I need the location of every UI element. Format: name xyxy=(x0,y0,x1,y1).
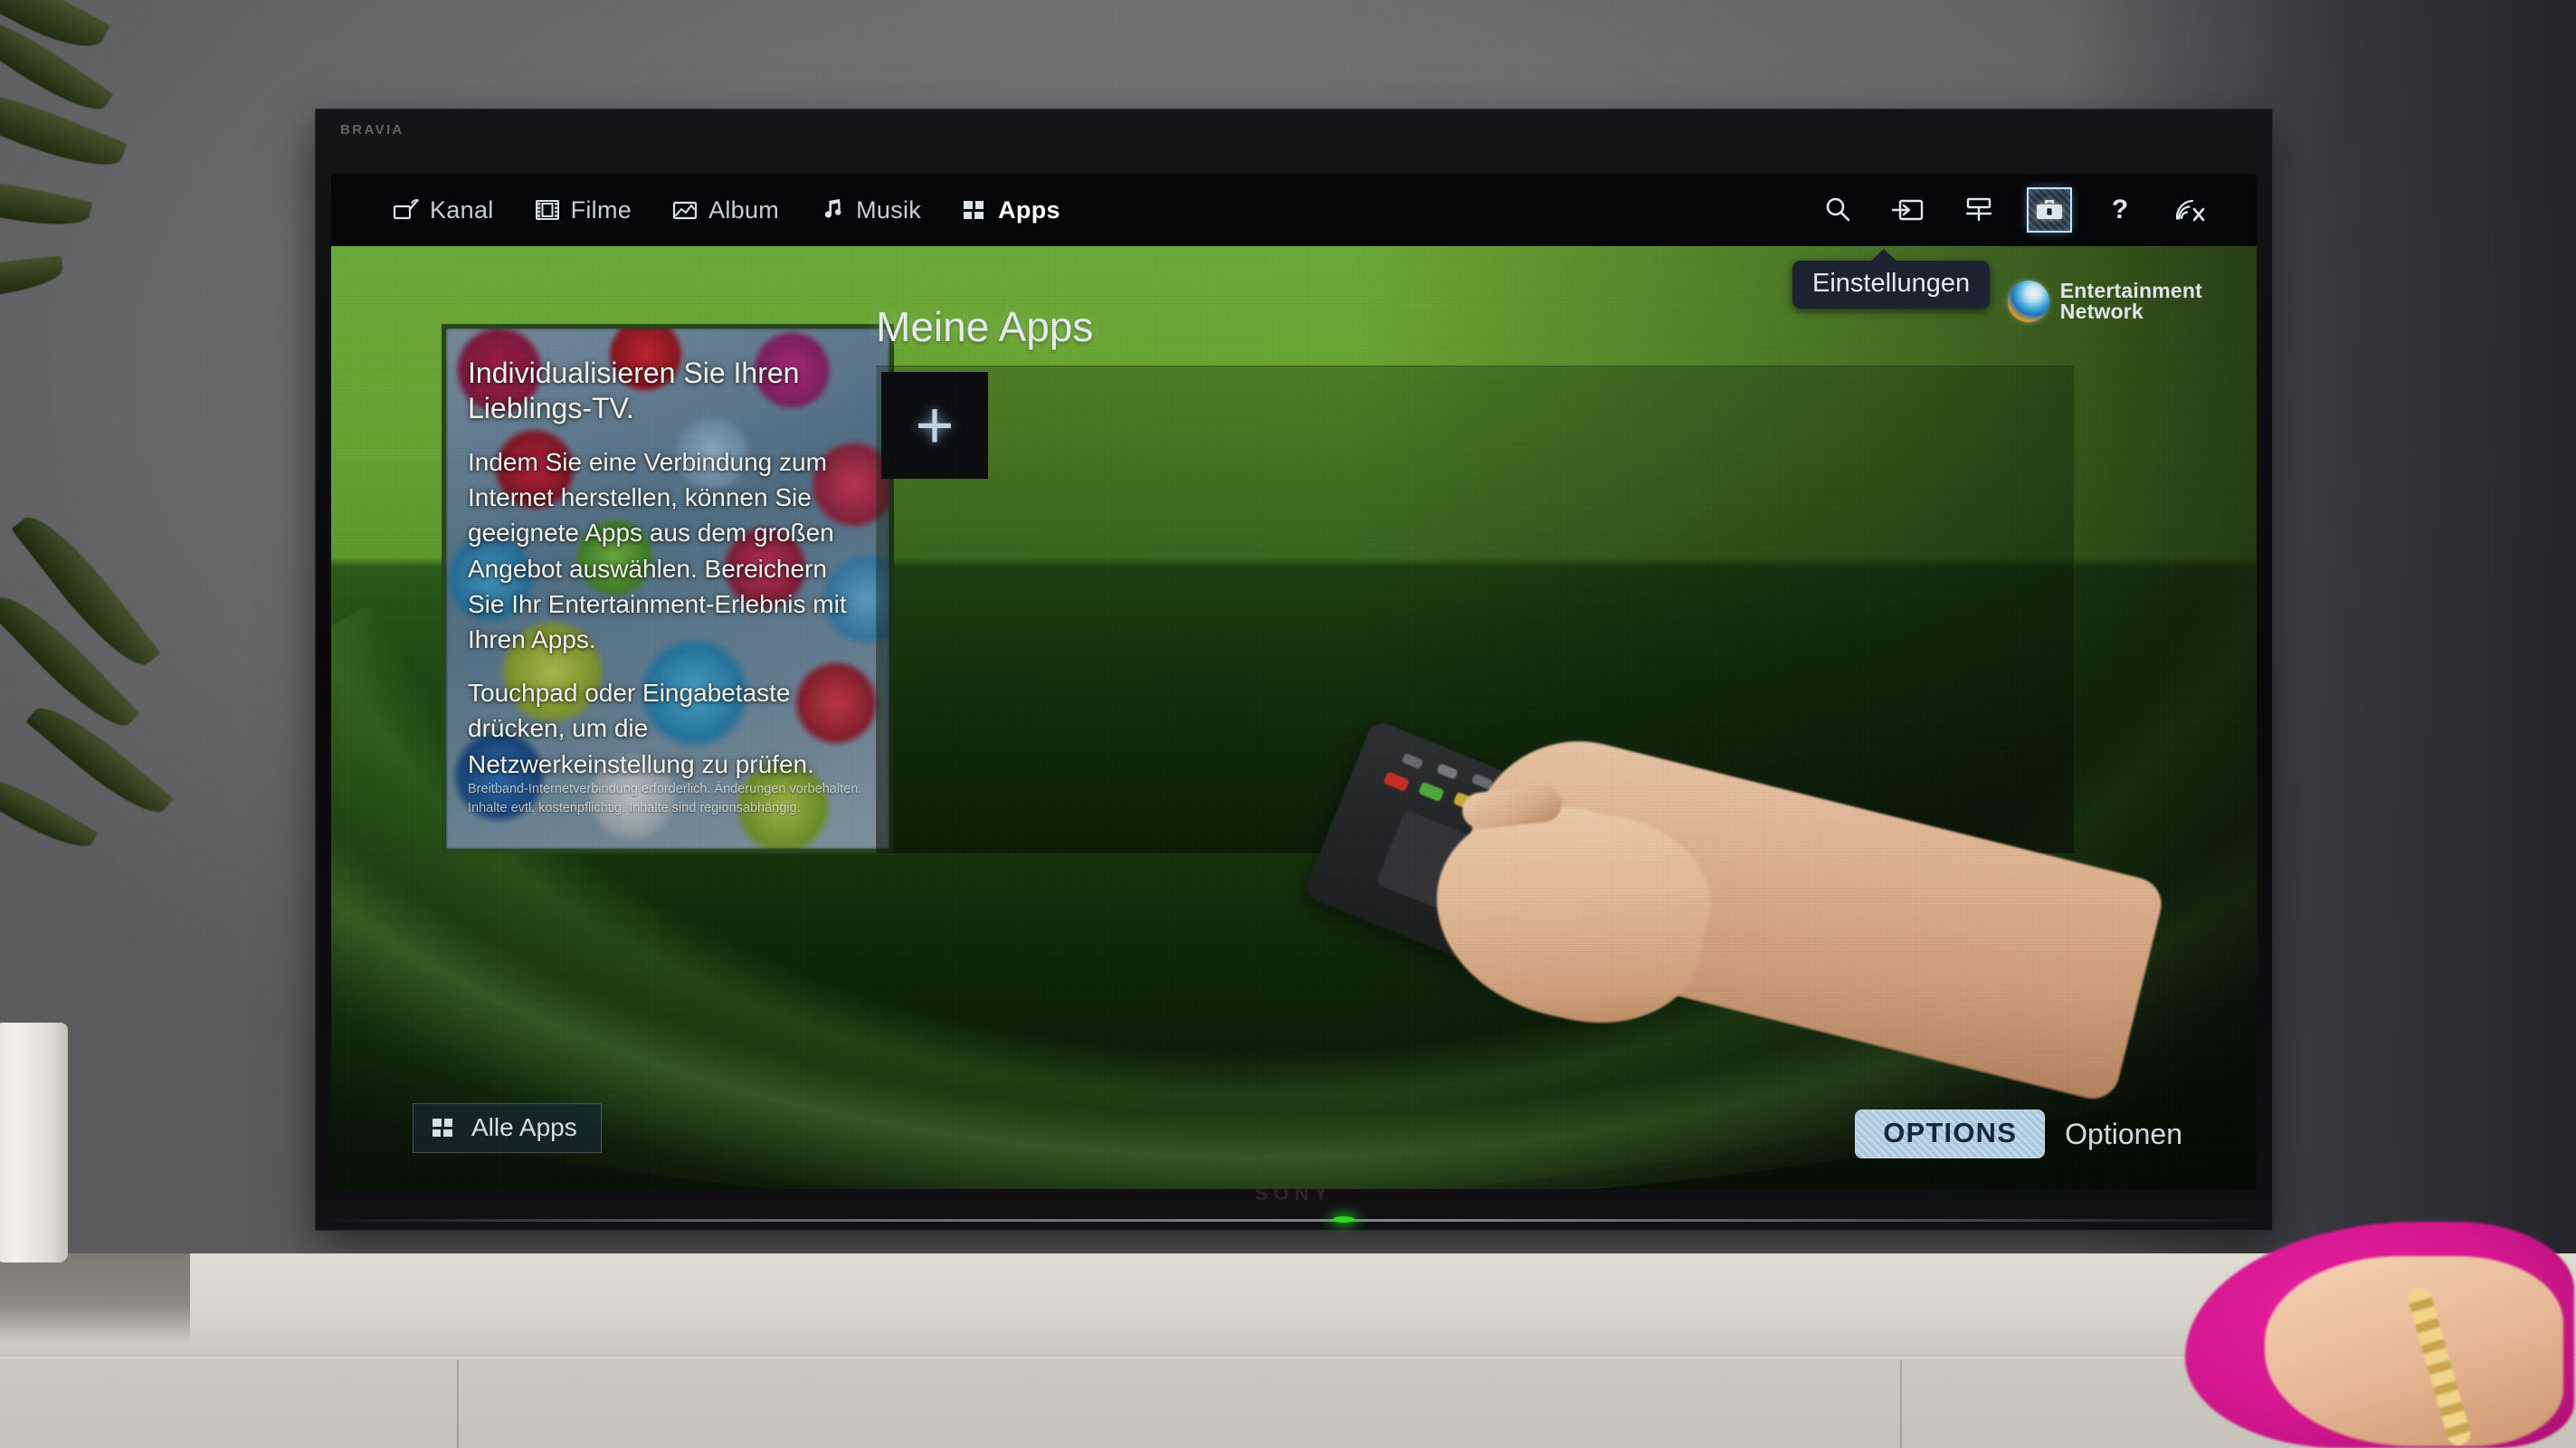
sony-entertainment-network-logo: Entertainment Network xyxy=(2007,279,2202,324)
nav-item-filme[interactable]: Filme xyxy=(534,196,632,224)
houseplant xyxy=(0,0,280,1059)
nav-item-kanal[interactable]: Kanal xyxy=(393,196,494,224)
sen-line-2: Network xyxy=(2059,300,2143,324)
cabinet-door-divider xyxy=(457,1360,459,1448)
promo-text-body: Individualisieren Sie Ihren Lieblings-TV… xyxy=(446,329,889,849)
plus-icon: + xyxy=(915,387,955,462)
top-menu-bar: Kanal Filme Album Musik Apps ? xyxy=(331,174,2257,246)
promo-card[interactable]: Individualisieren Sie Ihren Lieblings-TV… xyxy=(442,324,894,853)
options-key-button[interactable]: OPTIONS xyxy=(1855,1110,2046,1158)
home-content-area: Entertainment Network Individualisieren … xyxy=(331,246,2257,1189)
media-server-icon[interactable] xyxy=(1958,189,2000,231)
hand-skin xyxy=(2265,1256,2563,1446)
music-note-icon xyxy=(819,198,846,222)
bravia-logo: BRAVIA xyxy=(340,122,404,138)
apps-grid-icon xyxy=(961,198,988,222)
sony-entertainment-network-orb-icon xyxy=(2007,281,2049,323)
options-label: Optionen xyxy=(2065,1117,2182,1150)
promo-fine-print: Breitband-Internetverbindung erforderlic… xyxy=(468,781,862,815)
vase xyxy=(0,1023,68,1262)
promo-paragraph-1: Indem Sie eine Verbindung zum Internet h… xyxy=(468,448,847,653)
nav-label-musik: Musik xyxy=(856,195,922,224)
nav-label-kanal: Kanal xyxy=(430,195,494,224)
all-apps-button[interactable]: Alle Apps xyxy=(413,1103,602,1153)
options-hint: OPTIONS Optionen xyxy=(1855,1110,2182,1158)
room-scene: BRAVIA SONY Kanal Filme Album Musik Apps… xyxy=(0,0,2576,1448)
promo-heading: Individualisieren Sie Ihren Lieblings-TV… xyxy=(468,357,800,425)
svg-text:?: ? xyxy=(2112,195,2128,224)
settings-tooltip: Einstellungen xyxy=(1792,249,1991,309)
main-nav: Kanal Filme Album Musik Apps xyxy=(393,196,1060,224)
tv-screen: Kanal Filme Album Musik Apps ? Einstellu… xyxy=(331,174,2257,1189)
nav-label-album: Album xyxy=(708,195,780,224)
nav-label-apps: Apps xyxy=(998,195,1060,224)
nav-item-apps[interactable]: Apps xyxy=(961,196,1060,224)
tv-antenna-icon xyxy=(393,198,420,222)
all-apps-label: Alle Apps xyxy=(471,1113,577,1141)
search-icon[interactable] xyxy=(1817,189,1858,231)
television: BRAVIA SONY Kanal Filme Album Musik Apps… xyxy=(315,109,2273,1421)
network-disconnected-icon[interactable] xyxy=(2170,189,2211,231)
cabinet-shadow-block xyxy=(0,1253,190,1344)
input-source-icon[interactable] xyxy=(1887,189,1929,231)
nav-item-album[interactable]: Album xyxy=(671,196,779,224)
tv-bottom-gloss xyxy=(315,1219,2273,1222)
second-hand-with-bracelet xyxy=(2185,1213,2576,1448)
nav-item-musik[interactable]: Musik xyxy=(819,196,921,224)
settings-toolbox-icon[interactable] xyxy=(2027,187,2072,233)
page-title: Meine Apps xyxy=(876,303,1094,350)
photo-icon xyxy=(671,198,699,222)
system-icon-bar: ? xyxy=(1817,187,2211,233)
sen-wordmark: Entertainment Network xyxy=(2059,279,2202,324)
my-apps-panel: + xyxy=(876,366,2075,854)
apps-grid-icon xyxy=(430,1116,457,1139)
film-strip-icon xyxy=(534,198,561,222)
sen-line-1: Entertainment xyxy=(2059,279,2202,302)
cabinet-door-divider xyxy=(1900,1360,1902,1448)
add-app-tile[interactable]: + xyxy=(881,372,988,479)
promo-paragraph-2: Touchpad oder Eingabetaste drücken, um d… xyxy=(468,679,814,778)
help-icon[interactable]: ? xyxy=(2099,189,2141,231)
nav-label-filme: Filme xyxy=(570,195,632,224)
